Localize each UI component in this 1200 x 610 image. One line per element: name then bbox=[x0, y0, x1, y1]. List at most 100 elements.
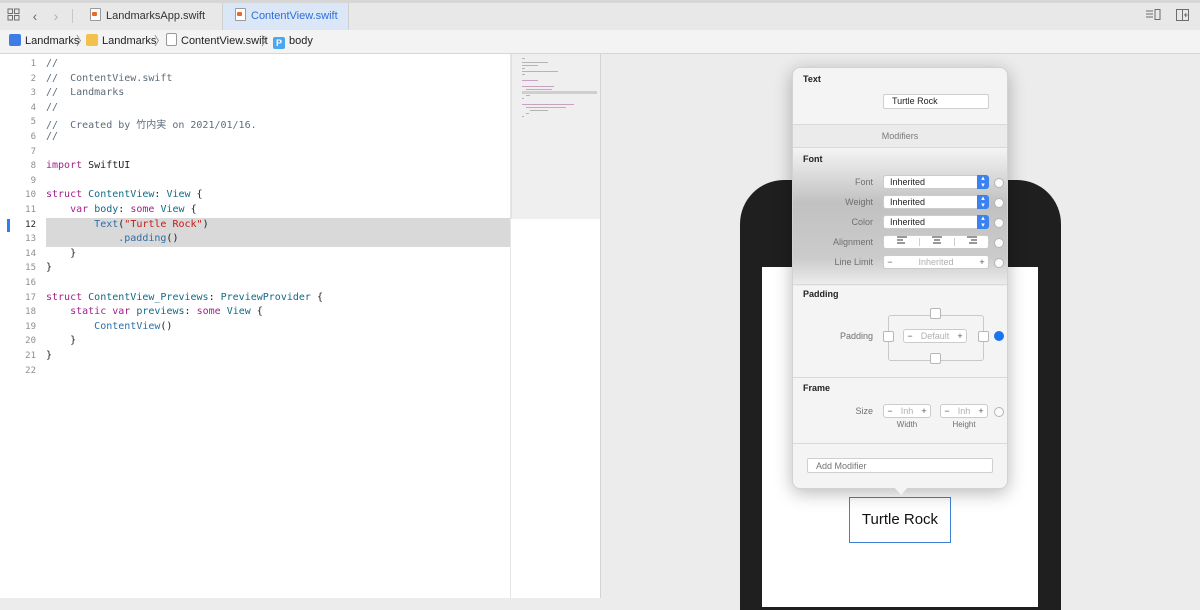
plus-icon[interactable]: + bbox=[919, 405, 929, 417]
frame-width-stepper[interactable]: − Inh + bbox=[883, 404, 931, 418]
text-value-field[interactable]: Turtle Rock bbox=[883, 94, 989, 109]
color-toggle-indicator[interactable] bbox=[994, 218, 1004, 228]
preview-text-selected[interactable]: Turtle Rock bbox=[849, 497, 951, 543]
minimap[interactable] bbox=[511, 54, 601, 219]
code-line[interactable]: ContentView() bbox=[46, 321, 172, 332]
code-line[interactable]: struct ContentView_Previews: PreviewProv… bbox=[46, 292, 323, 303]
tab-contentview-swift[interactable]: ContentView.swift bbox=[222, 3, 349, 30]
padding-trailing-checkbox[interactable] bbox=[978, 331, 989, 342]
weight-toggle-indicator[interactable] bbox=[994, 198, 1004, 208]
code-token: () bbox=[166, 233, 179, 245]
code-token: } bbox=[46, 350, 53, 361]
align-leading-icon[interactable] bbox=[884, 236, 919, 248]
breadcrumb-project[interactable]: Landmarks bbox=[9, 30, 79, 53]
jump-bar: Landmarks 〉 Landmarks 〉 ContentView.swif… bbox=[0, 30, 1200, 54]
divider bbox=[793, 443, 1007, 444]
line-number: 13 bbox=[25, 234, 36, 245]
text-section-title: Text bbox=[803, 74, 821, 84]
code-line[interactable]: // bbox=[46, 58, 58, 69]
color-label: Color bbox=[851, 217, 873, 227]
code-line[interactable]: } bbox=[46, 262, 52, 273]
code-line[interactable]: } bbox=[46, 350, 52, 361]
frame-toggle-indicator[interactable] bbox=[994, 407, 1004, 417]
frame-height-value: Inh bbox=[957, 406, 971, 416]
align-center-icon[interactable] bbox=[919, 236, 954, 248]
alignment-toggle-indicator[interactable] bbox=[994, 238, 1004, 248]
code-token: import bbox=[46, 160, 83, 172]
back-chevron-icon[interactable]: ‹ bbox=[28, 8, 42, 24]
minus-icon[interactable]: − bbox=[885, 256, 895, 268]
line-number: 8 bbox=[30, 161, 36, 172]
code-line[interactable]: static var previews: some View { bbox=[46, 306, 263, 317]
font-select[interactable]: Inherited ▴ ▾ bbox=[883, 175, 989, 189]
code-token: } bbox=[46, 262, 53, 274]
weight-select-value: Inherited bbox=[890, 197, 926, 207]
padding-bottom-checkbox[interactable] bbox=[930, 353, 941, 364]
code-line[interactable]: } bbox=[46, 335, 76, 346]
divider bbox=[793, 377, 1007, 378]
line-number: 18 bbox=[25, 307, 36, 318]
plus-icon[interactable]: + bbox=[977, 256, 987, 268]
source-editor[interactable]: 1 // 2 // ContentView.swift 3 // Landmarks 4 //… bbox=[0, 54, 601, 598]
code-line[interactable]: // bbox=[46, 131, 58, 142]
padding-toggle-indicator[interactable] bbox=[994, 331, 1004, 341]
frame-width-value: Inh bbox=[900, 406, 914, 416]
code-line[interactable]: Text("Turtle Rock") bbox=[46, 219, 208, 230]
code-line[interactable]: .padding() bbox=[46, 233, 178, 244]
plus-icon[interactable]: + bbox=[955, 330, 965, 342]
code-token: { bbox=[310, 291, 323, 303]
code-line[interactable]: var body: some View { bbox=[46, 204, 197, 215]
adjust-editor-options-icon[interactable] bbox=[1143, 8, 1163, 24]
minus-icon[interactable]: − bbox=[885, 405, 895, 417]
minus-icon[interactable]: − bbox=[942, 405, 952, 417]
padding-leading-checkbox[interactable] bbox=[883, 331, 894, 342]
code-line[interactable]: // Landmarks bbox=[46, 87, 124, 98]
code-token: struct bbox=[46, 189, 83, 201]
code-line[interactable]: import SwiftUI bbox=[46, 160, 130, 171]
code-token: View bbox=[166, 189, 191, 201]
add-modifier-field[interactable] bbox=[807, 458, 993, 473]
breadcrumb-folder[interactable]: Landmarks bbox=[86, 30, 156, 53]
line-number: 21 bbox=[25, 351, 36, 361]
weight-select[interactable]: Inherited ▴ ▾ bbox=[883, 195, 989, 209]
code-line[interactable]: // Created by 竹内実 on 2021/01/16. bbox=[46, 116, 257, 131]
line-number: 17 bbox=[25, 292, 36, 303]
alignment-segmented-control[interactable] bbox=[883, 235, 989, 249]
breadcrumb-chevron-icon: 〉 bbox=[154, 34, 167, 48]
code-line[interactable]: // ContentView.swift bbox=[46, 73, 172, 84]
tab-landmarksapp-swift[interactable]: LandmarksApp.swift bbox=[90, 3, 218, 30]
code-line[interactable]: struct ContentView: View { bbox=[46, 189, 203, 200]
add-editor-split-icon[interactable] bbox=[1172, 8, 1192, 24]
line-limit-toggle-indicator[interactable] bbox=[994, 258, 1004, 268]
code-token: var bbox=[112, 306, 131, 318]
width-caption: Width bbox=[896, 420, 918, 429]
related-items-grid-icon[interactable] bbox=[5, 8, 21, 24]
code-line[interactable]: } bbox=[46, 248, 76, 259]
font-toggle-indicator[interactable] bbox=[994, 178, 1004, 188]
padding-stepper[interactable]: − Default + bbox=[903, 329, 967, 343]
line-number: 7 bbox=[30, 146, 36, 157]
code-token: // Created by 竹内実 on 2021/01/16. bbox=[46, 120, 257, 132]
padding-top-checkbox[interactable] bbox=[930, 308, 941, 319]
breadcrumb-symbol[interactable]: Pbody bbox=[273, 30, 313, 53]
line-limit-stepper[interactable]: − Inherited + bbox=[883, 255, 989, 269]
forward-chevron-icon[interactable]: › bbox=[49, 8, 63, 24]
plus-icon[interactable]: + bbox=[976, 405, 986, 417]
minus-icon[interactable]: − bbox=[905, 330, 915, 342]
swift-file-icon bbox=[235, 8, 246, 21]
code-token: ContentView_Previews bbox=[88, 291, 209, 303]
attributes-inspector-popover: Text Turtle Rock Modifiers Font Font Inh… bbox=[792, 67, 1008, 489]
size-label: Size bbox=[855, 406, 873, 416]
color-select[interactable]: Inherited ▴ ▾ bbox=[883, 215, 989, 229]
code-line[interactable]: // bbox=[46, 102, 58, 113]
color-select-value: Inherited bbox=[890, 217, 926, 227]
divider bbox=[793, 147, 1007, 148]
tab-bar: ‹ › LandmarksApp.swift ContentView.swift bbox=[0, 0, 1200, 31]
breadcrumb-file[interactable]: ContentView.swift bbox=[166, 30, 268, 53]
code-token: () bbox=[160, 320, 173, 332]
frame-height-stepper[interactable]: − Inh + bbox=[940, 404, 988, 418]
align-trailing-icon[interactable] bbox=[954, 236, 989, 248]
